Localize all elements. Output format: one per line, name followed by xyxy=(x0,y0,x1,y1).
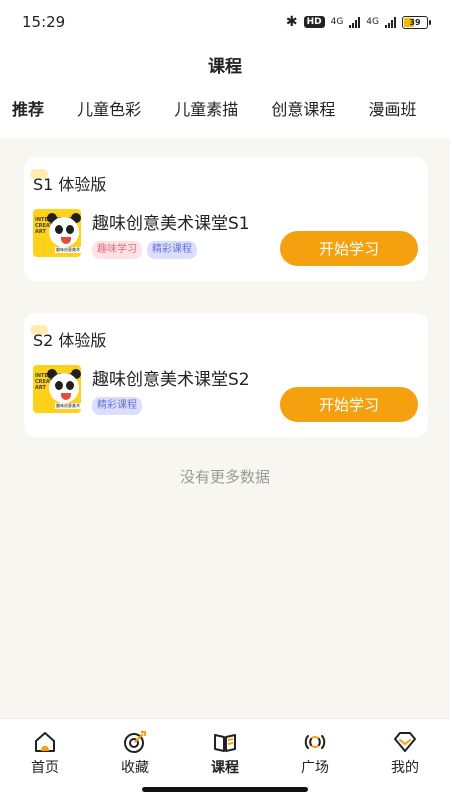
status-bar: 15:29 ✱ HD 4G 4G 39 xyxy=(0,0,450,44)
course-name[interactable]: 趣味创意美术课堂S2 xyxy=(92,365,250,390)
thumb-label: 趣味创意美术 xyxy=(55,403,81,409)
home-indicator[interactable] xyxy=(142,787,308,792)
tab-creative[interactable]: 创意课程 xyxy=(271,84,335,136)
nav-home[interactable]: 首页 xyxy=(10,729,80,800)
signal-icon xyxy=(349,16,361,28)
tab-label: 儿童素描 xyxy=(174,100,239,119)
course-tags: 精彩课程 xyxy=(92,397,142,415)
hd-badge: HD xyxy=(303,16,325,28)
tab-comic[interactable]: 漫画班 xyxy=(368,84,416,136)
home-icon xyxy=(35,732,55,752)
nav-label: 我的 xyxy=(391,760,419,776)
diamond-icon xyxy=(394,732,416,752)
broadcast-icon xyxy=(304,735,326,749)
start-learning-button[interactable]: 开始学习 xyxy=(280,231,418,266)
signal-icon-2 xyxy=(385,16,396,28)
thumb-label: 趣味创意美术 xyxy=(55,247,81,253)
book-icon xyxy=(214,734,236,752)
network-label-1: 4G xyxy=(330,17,344,27)
target-icon xyxy=(124,731,146,753)
status-icons: ✱ HD 4G 4G 39 xyxy=(285,14,431,30)
tab-kids-color[interactable]: 儿童色彩 xyxy=(77,84,141,136)
tag: 精彩课程 xyxy=(92,397,142,415)
tag: 精彩课程 xyxy=(147,241,197,259)
status-time: 15:29 xyxy=(22,13,66,31)
bluetooth-icon: ✱ xyxy=(285,14,298,30)
course-name[interactable]: 趣味创意美术课堂S1 xyxy=(92,209,250,234)
nav-profile[interactable]: 我的 xyxy=(370,729,440,800)
nav-label: 广场 xyxy=(301,760,329,776)
tab-label: 漫画班 xyxy=(368,100,417,119)
course-tags: 趣味学习 精彩课程 xyxy=(92,241,197,259)
nav-label: 课程 xyxy=(211,760,239,776)
course-thumbnail[interactable]: INTERESTING CREATIVE ART 趣味创意美术 xyxy=(33,209,81,257)
page-title: 课程 xyxy=(208,56,242,77)
network-label-2: 4G xyxy=(366,17,379,27)
battery-level: 39 xyxy=(409,17,421,27)
tab-kids-sketch[interactable]: 儿童素描 xyxy=(174,84,238,136)
course-thumbnail[interactable]: INTERESTING CREATIVE ART 趣味创意美术 xyxy=(33,365,81,413)
page-title-bar: 课程 xyxy=(0,44,450,84)
tag: 趣味学习 xyxy=(92,241,142,259)
start-learning-button[interactable]: 开始学习 xyxy=(280,387,418,422)
section-title: S2 体验版 xyxy=(30,325,106,351)
tab-label: 创意课程 xyxy=(271,100,336,119)
battery-icon: 39 xyxy=(402,15,431,29)
tab-label: 儿童色彩 xyxy=(77,100,142,119)
no-more-data-text: 没有更多数据 xyxy=(179,468,270,486)
course-card[interactable]: S1 体验版 INTERESTING CREATIVE ART 趣味创意美术 趣… xyxy=(24,157,428,281)
section-title: S1 体验版 xyxy=(30,169,106,195)
category-tabs: 推荐 儿童色彩 儿童素描 创意课程 漫画班 儿 xyxy=(0,84,450,138)
tab-label: 推荐 xyxy=(12,100,45,119)
nav-label: 首页 xyxy=(31,760,59,776)
tab-recommend[interactable]: 推荐 xyxy=(9,84,45,136)
course-card[interactable]: S2 体验版 INTERESTING CREATIVE ART 趣味创意美术 趣… xyxy=(24,313,428,437)
nav-label: 收藏 xyxy=(121,760,149,776)
